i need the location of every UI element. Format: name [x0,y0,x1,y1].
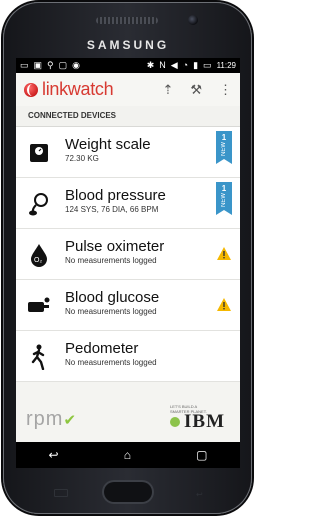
new-label: NEW [220,193,227,207]
app-logo-text: linkwatch [42,79,114,99]
home-hardware-button[interactable] [104,482,152,502]
recents-icon[interactable]: ▢ [196,448,207,462]
overflow-menu-icon[interactable]: ⋮ [219,82,232,98]
status-time: 11:29 [216,61,236,70]
device-name: Blood pressure [65,187,166,204]
rpm-logo: rpm✔ [26,408,78,430]
mute-icon: ◀ [170,60,178,70]
smarter-planet-icon [170,417,180,427]
pedometer-icon [26,344,52,370]
new-badge: 1 NEW [216,182,232,215]
android-icon: ◉ [72,60,80,70]
image-icon: ▣ [33,60,43,70]
device-detail: 72.30 KG [65,154,99,163]
signal-icon: ▮ [193,60,199,70]
section-header: CONNECTED DEVICES [16,106,240,127]
app-toolbar: linkwatch ⇡ ⚒ ⋮ [16,73,240,106]
keyboard-icon: ▭ [20,60,29,70]
device-detail: 124 SYS, 76 DIA, 66 BPM [65,205,159,214]
device-row-weight-scale[interactable]: Weight scale 72.30 KG 1 NEW [16,127,240,178]
device-row-blood-pressure[interactable]: Blood pressure 124 SYS, 76 DIA, 66 BPM 1… [16,178,240,229]
device-row-blood-glucose[interactable]: Blood glucose No measurements logged [16,280,240,331]
device-detail: No measurements logged [65,256,157,265]
status-bar: ▭ ▣ ⚲ ▢ ◉ ✱ N ◀ ◔ ▮ ▭ 11:29 [16,58,240,73]
nfc-icon: N [159,60,166,70]
back-hardware-key[interactable]: ↩ [196,490,203,499]
new-count: 1 [221,133,227,142]
device-row-pedometer[interactable]: Pedometer No measurements logged [16,331,240,382]
new-badge: 1 NEW [216,131,232,164]
device-detail: No measurements logged [65,307,157,316]
battery-icon: ▭ [203,60,212,70]
new-label: NEW [220,142,227,156]
wrench-icon[interactable]: ⚒ [190,82,202,98]
bluetooth-icon: ✱ [146,60,155,70]
earpiece-speaker [96,17,158,24]
device-name: Pedometer [65,340,139,357]
photo-icon: ▢ [58,60,68,70]
linkwatch-logo-icon [24,82,38,97]
device-row-pulse-oximeter[interactable]: O₂ Pulse oximeter No measurements logged [16,229,240,280]
home-icon[interactable]: ⌂ [124,448,131,462]
footer: rpm✔ LET'S BUILD A SMARTER PLANET. IBM [16,402,240,442]
new-count: 1 [221,184,227,193]
weight-scale-icon [26,140,52,166]
device-brand: SAMSUNG [86,38,170,52]
svg-text:O₂: O₂ [34,257,42,264]
screenshot-root: SAMSUNG ▭ ▣ ⚲ ▢ ◉ ✱ N ◀ ◔ ▮ ▭ 11:29 link… [0,0,256,517]
usb-icon: ⚲ [47,60,54,70]
wifi-icon: ◔ [182,60,189,70]
upload-icon[interactable]: ⇡ [162,82,173,98]
blood-pressure-icon [26,191,52,217]
device-name: Blood glucose [65,289,160,306]
device-list: Weight scale 72.30 KG 1 NEW Blood pressu… [16,127,240,382]
warning-icon [217,247,231,260]
front-camera [188,15,198,25]
ibm-logo: IBM [184,411,225,432]
pulse-oximeter-icon: O₂ [26,242,52,268]
warning-icon [217,298,231,311]
device-detail: No measurements logged [65,358,157,367]
phone-screen: ▭ ▣ ⚲ ▢ ◉ ✱ N ◀ ◔ ▮ ▭ 11:29 linkwatch ⇡ … [16,58,240,468]
back-icon[interactable]: ↩ [49,448,59,462]
device-name: Weight scale [65,136,151,153]
device-name: Pulse oximeter [65,238,165,255]
blood-glucose-icon [26,293,52,319]
system-nav-bar: ↩ ⌂ ▢ [16,442,240,468]
recent-apps-hardware-key[interactable] [54,489,68,497]
